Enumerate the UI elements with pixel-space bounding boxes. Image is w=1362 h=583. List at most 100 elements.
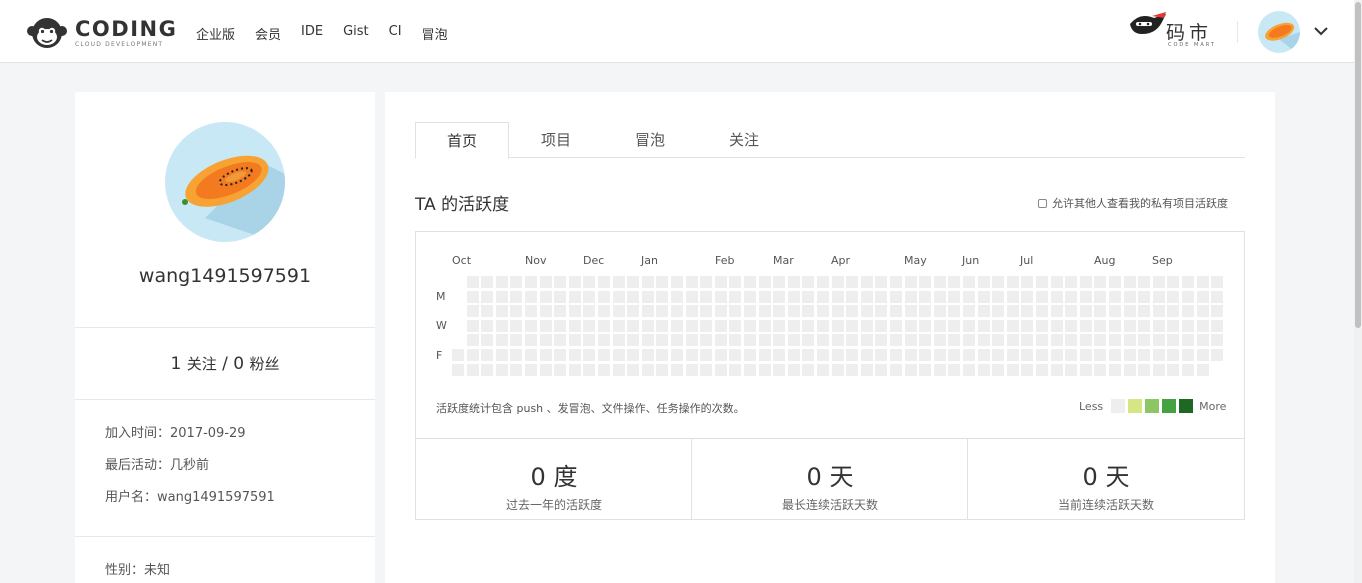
calendar-day-cell[interactable] <box>466 334 479 347</box>
calendar-day-cell[interactable] <box>1079 305 1092 318</box>
calendar-day-cell[interactable] <box>685 305 698 318</box>
calendar-day-cell[interactable] <box>1138 290 1151 303</box>
calendar-day-cell[interactable] <box>787 349 800 361</box>
calendar-day-cell[interactable] <box>539 319 552 332</box>
calendar-day-cell[interactable] <box>525 276 537 288</box>
calendar-day-cell[interactable] <box>714 276 727 288</box>
calendar-day-cell[interactable] <box>466 305 479 318</box>
calendar-day-cell[interactable] <box>817 363 829 376</box>
calendar-day-cell[interactable] <box>568 319 581 332</box>
calendar-day-cell[interactable] <box>1021 276 1034 288</box>
calendar-day-cell[interactable] <box>1050 305 1063 318</box>
calendar-day-cell[interactable] <box>598 319 610 332</box>
calendar-day-cell[interactable] <box>1006 334 1019 347</box>
calendar-day-cell[interactable] <box>1196 363 1209 376</box>
calendar-day-cell[interactable] <box>744 363 756 376</box>
calendar-day-cell[interactable] <box>846 349 859 361</box>
calendar-day-cell[interactable] <box>948 363 961 376</box>
calendar-day-cell[interactable] <box>554 363 567 376</box>
calendar-day-cell[interactable] <box>671 334 683 347</box>
calendar-day-cell[interactable] <box>1065 334 1078 347</box>
calendar-day-cell[interactable] <box>875 363 888 376</box>
calendar-day-cell[interactable] <box>977 334 990 347</box>
calendar-day-cell[interactable] <box>948 290 961 303</box>
calendar-day-cell[interactable] <box>992 349 1005 361</box>
calendar-day-cell[interactable] <box>1152 349 1165 361</box>
calendar-day-cell[interactable] <box>729 319 742 332</box>
calendar-day-cell[interactable] <box>729 305 742 318</box>
calendar-day-cell[interactable] <box>495 334 508 347</box>
calendar-day-cell[interactable] <box>904 334 917 347</box>
calendar-day-cell[interactable] <box>744 349 756 361</box>
calendar-day-cell[interactable] <box>729 349 742 361</box>
calendar-day-cell[interactable] <box>481 319 494 332</box>
calendar-day-cell[interactable] <box>481 334 494 347</box>
calendar-day-cell[interactable] <box>860 276 873 288</box>
calendar-day-cell[interactable] <box>1094 349 1107 361</box>
calendar-day-cell[interactable] <box>787 276 800 288</box>
coding-logo[interactable]: CODING CLOUD DEVELOPMENT <box>26 16 177 50</box>
calendar-day-cell[interactable] <box>802 276 815 288</box>
calendar-day-cell[interactable] <box>1006 276 1019 288</box>
calendar-day-cell[interactable] <box>744 334 756 347</box>
calendar-day-cell[interactable] <box>1138 305 1151 318</box>
calendar-day-cell[interactable] <box>481 290 494 303</box>
calendar-day-cell[interactable] <box>904 319 917 332</box>
calendar-day-cell[interactable] <box>1167 334 1180 347</box>
calendar-day-cell[interactable] <box>1182 334 1194 347</box>
calendar-day-cell[interactable] <box>1021 334 1034 347</box>
calendar-day-cell[interactable] <box>598 349 610 361</box>
tab-bubbles[interactable]: 冒泡 <box>603 122 697 158</box>
calendar-day-cell[interactable] <box>860 319 873 332</box>
calendar-day-cell[interactable] <box>612 305 625 318</box>
calendar-day-cell[interactable] <box>1094 334 1107 347</box>
calendar-day-cell[interactable] <box>919 334 932 347</box>
calendar-day-cell[interactable] <box>802 363 815 376</box>
calendar-day-cell[interactable] <box>846 334 859 347</box>
calendar-day-cell[interactable] <box>466 349 479 361</box>
calendar-day-cell[interactable] <box>612 290 625 303</box>
calendar-day-cell[interactable] <box>758 290 771 303</box>
calendar-day-cell[interactable] <box>1079 363 1092 376</box>
calendar-day-cell[interactable] <box>1065 349 1078 361</box>
calendar-day-cell[interactable] <box>744 276 756 288</box>
calendar-day-cell[interactable] <box>525 290 537 303</box>
calendar-day-cell[interactable] <box>831 334 844 347</box>
calendar-day-cell[interactable] <box>963 363 975 376</box>
privacy-toggle[interactable]: 允许其他人查看我的私有项目活跃度 <box>1038 195 1228 211</box>
calendar-day-cell[interactable] <box>1138 349 1151 361</box>
calendar-day-cell[interactable] <box>802 290 815 303</box>
calendar-day-cell[interactable] <box>1079 334 1092 347</box>
calendar-day-cell[interactable] <box>817 319 829 332</box>
calendar-day-cell[interactable] <box>846 363 859 376</box>
calendar-day-cell[interactable] <box>598 305 610 318</box>
calendar-day-cell[interactable] <box>1094 276 1107 288</box>
calendar-day-cell[interactable] <box>583 334 596 347</box>
calendar-day-cell[interactable] <box>992 305 1005 318</box>
calendar-day-cell[interactable] <box>1109 363 1121 376</box>
calendar-day-cell[interactable] <box>992 363 1005 376</box>
calendar-day-cell[interactable] <box>554 290 567 303</box>
calendar-day-cell[interactable] <box>598 276 610 288</box>
calendar-day-cell[interactable] <box>1050 276 1063 288</box>
calendar-day-cell[interactable] <box>1021 305 1034 318</box>
calendar-day-cell[interactable] <box>977 349 990 361</box>
calendar-day-cell[interactable] <box>539 334 552 347</box>
followers-count[interactable]: 0 <box>233 354 244 374</box>
calendar-day-cell[interactable] <box>1182 349 1194 361</box>
user-avatar-menu[interactable] <box>1258 11 1300 53</box>
calendar-day-cell[interactable] <box>612 276 625 288</box>
calendar-day-cell[interactable] <box>963 319 975 332</box>
calendar-day-cell[interactable] <box>1094 319 1107 332</box>
calendar-day-cell[interactable] <box>568 334 581 347</box>
calendar-day-cell[interactable] <box>919 276 932 288</box>
calendar-day-cell[interactable] <box>1065 319 1078 332</box>
calendar-day-cell[interactable] <box>1152 305 1165 318</box>
tab-home[interactable]: 首页 <box>415 122 509 159</box>
calendar-day-cell[interactable] <box>992 319 1005 332</box>
calendar-day-cell[interactable] <box>568 349 581 361</box>
calendar-day-cell[interactable] <box>846 319 859 332</box>
nav-item-membership[interactable]: 会员 <box>255 24 281 43</box>
calendar-day-cell[interactable] <box>977 319 990 332</box>
calendar-day-cell[interactable] <box>1036 334 1048 347</box>
